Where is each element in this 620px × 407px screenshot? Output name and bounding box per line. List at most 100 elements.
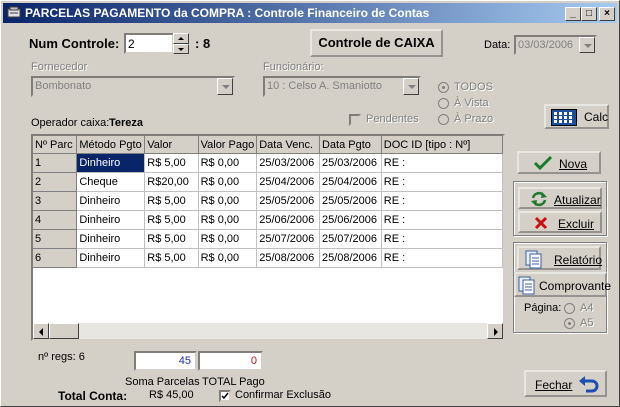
- calculator-icon: [551, 109, 577, 126]
- parcelas-grid[interactable]: Nº Parc Método Pgto Valor Valor Pago Dat…: [31, 134, 505, 341]
- table-cell[interactable]: 25/06/2006: [256, 210, 320, 230]
- confirmar-exclusao-checkbox[interactable]: [219, 390, 231, 402]
- table-cell[interactable]: 25/04/2006: [319, 172, 382, 192]
- table-cell[interactable]: RE :: [381, 153, 503, 173]
- arrow-right-icon: [494, 328, 498, 336]
- table-cell[interactable]: R$ 5,00: [144, 210, 199, 230]
- radio-a5[interactable]: [564, 318, 575, 329]
- spin-up-button[interactable]: [173, 33, 189, 44]
- comprovante-button[interactable]: Comprovante: [514, 272, 611, 297]
- table-cell[interactable]: 25/07/2006: [256, 229, 320, 249]
- table-cell[interactable]: 25/05/2006: [256, 191, 320, 211]
- confirmar-exclusao-label: Confirmar Exclusão: [235, 389, 331, 401]
- table-cell[interactable]: R$ 5,00: [144, 191, 199, 211]
- pendentes-checkbox[interactable]: [349, 114, 361, 126]
- scroll-left-button[interactable]: [33, 323, 49, 339]
- column-header[interactable]: Valor Pago: [198, 136, 258, 154]
- table-cell[interactable]: 25/03/2006: [256, 153, 320, 173]
- total-pago-field[interactable]: 0: [198, 351, 263, 371]
- nregs-label: nº regs: 6: [38, 351, 85, 363]
- relatorio-button[interactable]: Relatório: [517, 246, 602, 270]
- excluir-button[interactable]: Excluir: [518, 211, 602, 233]
- maximize-button[interactable]: □: [581, 7, 597, 21]
- table-cell[interactable]: Dinheiro: [76, 248, 146, 268]
- table-cell[interactable]: Dinheiro: [76, 210, 146, 230]
- minimize-button[interactable]: _: [565, 7, 581, 21]
- total-pago-value: 0: [250, 355, 257, 367]
- radio-a4[interactable]: [564, 303, 575, 314]
- operador-label: Operador caixa:: [31, 117, 110, 129]
- table-cell[interactable]: R$ 0,00: [198, 229, 258, 249]
- table-row[interactable]: 6 Dinheiro R$ 5,00 R$ 0,00 25/08/2006 25…: [33, 248, 503, 268]
- column-header[interactable]: Método Pgto: [76, 136, 146, 154]
- table-cell[interactable]: Dinheiro: [76, 191, 146, 211]
- fechar-button[interactable]: Fechar: [524, 370, 607, 397]
- table-cell[interactable]: R$ 0,00: [198, 191, 258, 211]
- fornecedor-dropdown-button[interactable]: [217, 78, 233, 95]
- atualizar-button[interactable]: Atualizar: [518, 187, 602, 209]
- table-cell[interactable]: RE :: [381, 191, 503, 211]
- table-cell[interactable]: R$ 5,00: [144, 248, 199, 268]
- num-controle-spinner[interactable]: [173, 33, 189, 54]
- table-cell[interactable]: 5: [33, 229, 78, 249]
- table-cell[interactable]: 6: [33, 248, 78, 268]
- table-cell[interactable]: 2: [33, 172, 78, 192]
- table-cell[interactable]: 25/06/2006: [319, 210, 382, 230]
- radio-a-vista[interactable]: [438, 98, 449, 109]
- scroll-right-button[interactable]: [487, 323, 503, 339]
- fornecedor-select[interactable]: Bombonato: [31, 76, 235, 97]
- table-cell[interactable]: Cheque: [76, 172, 146, 192]
- table-cell[interactable]: R$20,00: [144, 172, 199, 192]
- num-controle-input[interactable]: 2: [124, 33, 174, 54]
- table-cell[interactable]: R$ 0,00: [198, 248, 258, 268]
- table-cell[interactable]: 4: [33, 210, 78, 230]
- table-cell[interactable]: RE :: [381, 248, 503, 268]
- column-header[interactable]: Valor: [144, 136, 199, 154]
- calc-button[interactable]: Calc: [544, 104, 609, 129]
- column-header[interactable]: Nº Parc: [33, 136, 78, 154]
- table-cell[interactable]: Dinheiro: [76, 153, 146, 173]
- table-cell[interactable]: 25/08/2006: [319, 248, 382, 268]
- table-cell[interactable]: R$ 5,00: [144, 153, 199, 173]
- data-field[interactable]: 03/03/2006: [514, 35, 597, 55]
- funcionario-dropdown-button[interactable]: [403, 78, 419, 95]
- table-cell[interactable]: 25/07/2006: [319, 229, 382, 249]
- table-cell[interactable]: 25/03/2006: [319, 153, 382, 173]
- radio-todos[interactable]: [438, 82, 449, 93]
- table-cell[interactable]: 25/04/2006: [256, 172, 320, 192]
- column-header[interactable]: DOC ID [tipo : Nº]: [381, 136, 503, 154]
- controle-caixa-button[interactable]: Controle de CAIXA: [310, 29, 443, 57]
- refresh-icon: [531, 191, 547, 207]
- table-cell[interactable]: R$ 0,00: [198, 172, 258, 192]
- table-cell[interactable]: 25/08/2006: [256, 248, 320, 268]
- table-cell[interactable]: RE :: [381, 172, 503, 192]
- spin-down-button[interactable]: [173, 44, 189, 54]
- calendar-dropdown-button[interactable]: [579, 37, 595, 53]
- nova-button[interactable]: Nova: [517, 151, 601, 174]
- soma-parcelas-field[interactable]: 45: [134, 351, 197, 371]
- table-cell[interactable]: 3: [33, 191, 78, 211]
- table-cell[interactable]: RE :: [381, 229, 503, 249]
- table-cell[interactable]: R$ 5,00: [144, 229, 199, 249]
- table-cell[interactable]: R$ 0,00: [198, 210, 258, 230]
- table-cell[interactable]: RE :: [381, 210, 503, 230]
- close-button[interactable]: ×: [599, 7, 615, 21]
- table-cell[interactable]: R$ 0,00: [198, 153, 258, 173]
- table-cell[interactable]: 1: [33, 153, 78, 173]
- table-cell[interactable]: Dinheiro: [76, 229, 146, 249]
- column-header[interactable]: Data Pgto: [319, 136, 382, 154]
- table-row[interactable]: 1 Dinheiro R$ 5,00 R$ 0,00 25/03/2006 25…: [33, 153, 503, 173]
- radio-a-prazo[interactable]: [438, 114, 449, 125]
- table-row[interactable]: 4 Dinheiro R$ 5,00 R$ 0,00 25/06/2006 25…: [33, 210, 503, 230]
- title-bar[interactable]: PARCELAS PAGAMENTO da COMPRA : Controle …: [3, 3, 617, 23]
- table-row[interactable]: 3 Dinheiro R$ 5,00 R$ 0,00 25/05/2006 25…: [33, 191, 503, 211]
- table-cell[interactable]: 25/05/2006: [319, 191, 382, 211]
- funcionario-select[interactable]: 10 : Celso A. Smaniotto: [263, 76, 421, 97]
- table-row[interactable]: 2 Cheque R$20,00 R$ 0,00 25/04/2006 25/0…: [33, 172, 503, 192]
- horizontal-scrollbar[interactable]: [33, 323, 503, 339]
- scroll-thumb[interactable]: [49, 323, 79, 339]
- pendentes-label: Pendentes: [366, 113, 419, 125]
- column-header[interactable]: Data Venc.: [256, 136, 320, 154]
- nova-label: Nova: [559, 157, 588, 171]
- table-row[interactable]: 5 Dinheiro R$ 5,00 R$ 0,00 25/07/2006 25…: [33, 229, 503, 249]
